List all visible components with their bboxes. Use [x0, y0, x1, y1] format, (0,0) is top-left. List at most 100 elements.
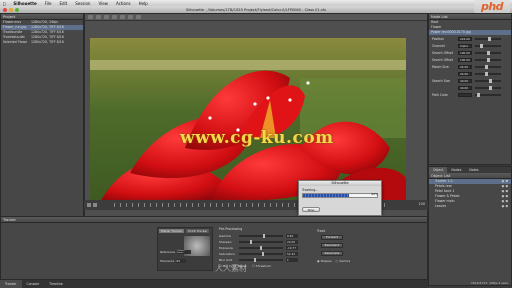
- property-value-field[interactable]: Alpha: [458, 43, 472, 48]
- xspline-tool-icon[interactable]: [120, 15, 125, 19]
- project-item[interactable]: Selected Flowers1280x720, TIFF 8/16: [1, 40, 83, 45]
- property-label: Channel: [432, 43, 445, 48]
- property-value-field[interactable]: 40.00: [458, 85, 472, 90]
- site-watermark: www.cg-ku.com: [180, 128, 334, 148]
- tolerance-field[interactable]: Tolerance 95: [160, 259, 187, 263]
- viewer-image-flower[interactable]: [90, 38, 406, 202]
- zoom-window-icon[interactable]: [15, 7, 19, 12]
- preprocessing-slider[interactable]: [239, 252, 283, 256]
- slider-handle[interactable]: [485, 71, 489, 76]
- menu-help[interactable]: Help: [139, 1, 148, 6]
- preprocessing-list: Gamma 0.84 Sharpen 20.00 Exposure -19.77 Satur…: [219, 233, 311, 263]
- property-slider[interactable]: [475, 85, 501, 90]
- threshold-checkbox[interactable]: ☐ Threshold: [252, 264, 270, 268]
- slider-handle[interactable]: [263, 234, 266, 238]
- properties-list: Position 224.00 Channel Alpha Search Offset 1…: [429, 35, 511, 98]
- reference-field[interactable]: Reference Current Frame: [160, 250, 192, 254]
- slider-handle[interactable]: [486, 50, 490, 55]
- tab-notes[interactable]: Notes: [465, 167, 482, 173]
- property-slider[interactable]: [475, 36, 501, 41]
- resample-button[interactable]: Resample: [321, 251, 343, 256]
- menu-view[interactable]: View: [98, 1, 108, 6]
- tab-timeline[interactable]: Timeline: [44, 280, 68, 288]
- preprocessing-slider[interactable]: [239, 258, 283, 262]
- preprocessing-value-field[interactable]: 1: [286, 258, 298, 262]
- phd-logo: phd: [474, 0, 510, 14]
- bspline-tool-icon[interactable]: [104, 15, 109, 19]
- menu-actions[interactable]: Actions: [116, 1, 131, 6]
- slider-handle[interactable]: [253, 258, 256, 262]
- window-title: Silhouette - /Volumes/1TB/CS55 Project/F…: [185, 7, 327, 12]
- property-value-field[interactable]: 100.00: [458, 50, 472, 55]
- app-window:  Silhouette File Edit Session View Acti…: [0, 0, 512, 288]
- slider-handle[interactable]: [487, 36, 491, 41]
- progress-fill: [303, 194, 349, 197]
- property-value-field[interactable]: 100.00: [458, 57, 472, 62]
- property-row: Match Size 24.00: [429, 63, 511, 70]
- menu-app-name[interactable]: Silhouette: [13, 1, 36, 6]
- property-row: Search Offset 100.00: [429, 56, 511, 63]
- transform-tool-icon[interactable]: [96, 15, 101, 19]
- visibility-icon[interactable]: ● ◼: [502, 204, 511, 209]
- object-item[interactable]: Leaves ● ◼: [429, 204, 511, 209]
- track-forward-button[interactable]: Forward: [321, 235, 343, 240]
- slider-handle[interactable]: [485, 64, 489, 69]
- property-slider[interactable]: [475, 43, 501, 48]
- close-window-icon[interactable]: [3, 7, 7, 12]
- slider-handle[interactable]: [488, 85, 492, 90]
- property-value-field[interactable]: 40.00: [458, 78, 472, 83]
- tab-console[interactable]: Console: [22, 280, 45, 288]
- property-value-field[interactable]: 224.00: [458, 36, 472, 41]
- select-tool-icon[interactable]: [88, 15, 93, 19]
- tab-tracker[interactable]: Tracker: [0, 280, 22, 288]
- tab-point-tracker[interactable]: Point Tracker: [186, 229, 210, 233]
- property-slider[interactable]: [475, 50, 501, 55]
- menu-session[interactable]: Session: [75, 1, 90, 6]
- preprocessing-slider[interactable]: [239, 234, 283, 238]
- menu-file[interactable]: File: [45, 1, 52, 6]
- play-backward-icon[interactable]: [87, 203, 91, 207]
- property-slider[interactable]: [475, 64, 501, 69]
- property-value-field[interactable]: [458, 92, 472, 97]
- property-value-field[interactable]: 24.00: [458, 71, 472, 76]
- flower-image: [90, 38, 406, 202]
- shapes-radio[interactable]: ◉ Shapes: [317, 259, 332, 263]
- menu-edit[interactable]: Edit: [59, 1, 67, 6]
- property-slider[interactable]: [475, 78, 501, 83]
- property-slider[interactable]: [475, 92, 501, 97]
- preprocessing-value-field[interactable]: 20.00: [286, 240, 298, 244]
- slider-handle[interactable]: [488, 78, 492, 83]
- track-backward-button[interactable]: Backward: [321, 243, 343, 248]
- cn-watermark: 人人素材: [215, 264, 247, 273]
- vectors-radio[interactable]: ○ Vectors: [336, 259, 351, 263]
- stop-button[interactable]: Stop: [302, 207, 320, 212]
- property-slider[interactable]: [475, 71, 501, 76]
- status-text: 1512/1717, 10fps 4 secs: [471, 281, 508, 285]
- slider-handle[interactable]: [260, 246, 262, 250]
- preprocessing-value-field[interactable]: 52.22: [286, 252, 298, 256]
- minimize-window-icon[interactable]: [9, 7, 13, 12]
- project-panel: Project Flower.mov 1280x720, 24fps Flower…: [0, 13, 84, 243]
- preprocessing-label: Exposure: [219, 246, 233, 250]
- property-slider[interactable]: [475, 57, 501, 62]
- tracker-panel: Tracker Planar Tracker Point Tracker Ref…: [0, 216, 428, 280]
- zoom-tool-icon[interactable]: [136, 15, 141, 19]
- bezier-tool-icon[interactable]: [112, 15, 117, 19]
- slider-handle[interactable]: [486, 57, 490, 62]
- slider-handle[interactable]: [477, 92, 481, 97]
- apple-icon[interactable]: : [3, 1, 5, 6]
- preprocessing-value-field[interactable]: -19.77: [286, 246, 298, 250]
- property-value-field[interactable]: 24.00: [458, 64, 472, 69]
- slider-handle[interactable]: [262, 252, 265, 256]
- slider-handle[interactable]: [479, 43, 483, 48]
- slider-handle[interactable]: [249, 240, 252, 244]
- preprocessing-value-field[interactable]: 0.84: [286, 234, 298, 238]
- preprocessing-slider[interactable]: [239, 246, 283, 250]
- magnetic-tool-icon[interactable]: [128, 15, 133, 19]
- tab-planar-tracker[interactable]: Planar Tracker: [159, 229, 185, 233]
- preprocessing-slider[interactable]: [239, 240, 283, 244]
- property-label: Search Size: [432, 78, 450, 83]
- preprocessing-label: Blur Amt: [219, 258, 233, 262]
- current-frame[interactable]: 100: [419, 202, 425, 206]
- play-forward-icon[interactable]: [93, 203, 97, 207]
